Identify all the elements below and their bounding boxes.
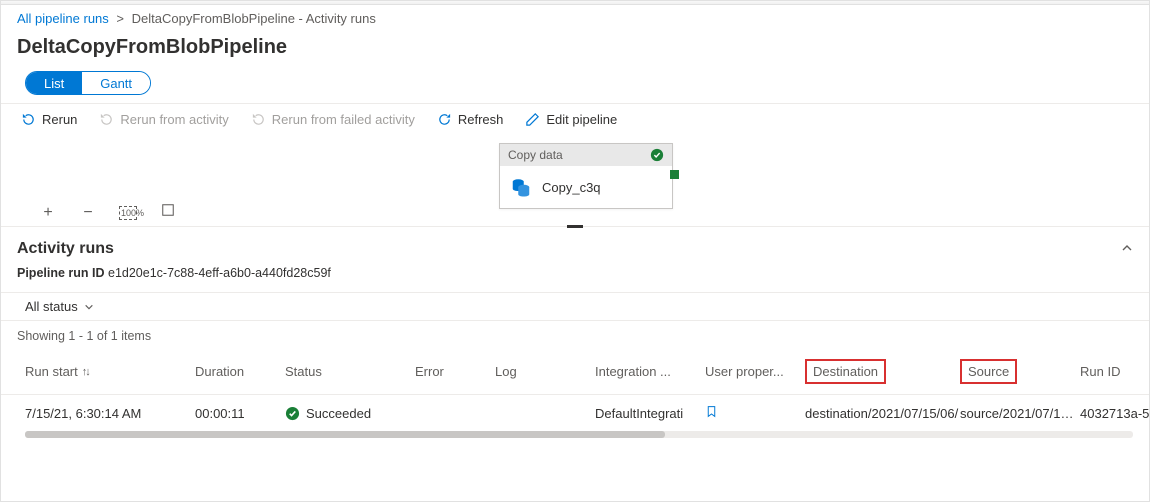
result-count: Showing 1 - 1 of 1 items <box>1 321 1149 349</box>
horizontal-scrollbar[interactable] <box>25 431 1133 438</box>
pipeline-run-id-row: Pipeline run ID e1d20e1c-7c88-4eff-a6b0-… <box>1 262 1149 292</box>
col-user-props[interactable]: User proper... <box>705 364 805 379</box>
cell-user-props[interactable] <box>705 405 805 421</box>
scrollbar-thumb[interactable] <box>25 431 665 438</box>
view-toggle: List Gantt <box>25 71 151 95</box>
col-duration[interactable]: Duration <box>195 364 285 379</box>
sort-icon: ↑↓ <box>82 366 89 378</box>
col-integration[interactable]: Integration ... <box>595 364 705 379</box>
col-error[interactable]: Error <box>415 364 495 379</box>
breadcrumb-root-link[interactable]: All pipeline runs <box>17 11 109 26</box>
rerun-from-activity-button: Rerun from activity <box>99 112 228 127</box>
edit-label: Edit pipeline <box>546 112 617 127</box>
table-header: Run start ↑↓ Duration Status Error Log I… <box>1 349 1149 395</box>
check-circle-icon <box>285 406 300 421</box>
activity-name: Copy_c3q <box>542 180 601 195</box>
chevron-down-icon <box>84 302 94 312</box>
refresh-label: Refresh <box>458 112 504 127</box>
activity-node-body: Copy_c3q <box>500 166 672 208</box>
pipeline-run-id-value: e1d20e1c-7c88-4eff-a6b0-a440fd28c59f <box>108 266 331 280</box>
status-filter[interactable]: All status <box>1 292 1149 321</box>
cell-run-id: 4032713a-59e0-41 <box>1080 406 1149 421</box>
breadcrumb: All pipeline runs > DeltaCopyFromBlobPip… <box>1 5 1149 30</box>
cell-source: source/2021/07/15/06/ <box>960 406 1080 421</box>
rerun-activity-icon <box>99 112 114 127</box>
node-output-port[interactable] <box>670 170 679 179</box>
cell-duration: 00:00:11 <box>195 406 285 421</box>
zoom-out-button[interactable]: − <box>79 204 97 222</box>
col-source[interactable]: Source <box>960 359 1080 384</box>
pipeline-run-id-label: Pipeline run ID <box>17 266 105 280</box>
view-list-tab[interactable]: List <box>26 72 82 94</box>
cell-integration: DefaultIntegrati <box>595 406 705 421</box>
database-copy-icon <box>510 176 532 198</box>
view-gantt-tab[interactable]: Gantt <box>82 72 150 94</box>
activity-type-label: Copy data <box>508 148 563 162</box>
toolbar: Rerun Rerun from activity Rerun from fai… <box>1 103 1149 135</box>
rerun-button[interactable]: Rerun <box>21 112 77 127</box>
col-run-start-label: Run start <box>25 364 78 379</box>
pipeline-canvas[interactable]: Copy data Copy_c3q + − 100% <box>1 135 1149 227</box>
refresh-button[interactable]: Refresh <box>437 112 504 127</box>
collapse-section-button[interactable] <box>1121 242 1133 257</box>
rerun-failed-icon <box>251 112 266 127</box>
col-destination[interactable]: Destination <box>805 359 960 384</box>
rerun-label: Rerun <box>42 112 77 127</box>
edit-pipeline-button[interactable]: Edit pipeline <box>525 112 617 127</box>
rerun-from-failed-button: Rerun from failed activity <box>251 112 415 127</box>
breadcrumb-separator: > <box>116 11 124 26</box>
cell-destination: destination/2021/07/15/06/ <box>805 406 960 421</box>
col-run-id[interactable]: Run ID <box>1080 364 1149 379</box>
col-source-label: Source <box>960 359 1017 384</box>
rerun-failed-label: Rerun from failed activity <box>272 112 415 127</box>
chevron-up-icon <box>1121 242 1133 254</box>
cell-integration-text: DefaultIntegrati <box>595 406 683 421</box>
col-log[interactable]: Log <box>495 364 595 379</box>
check-circle-icon <box>650 148 664 162</box>
table-row[interactable]: 7/15/21, 6:30:14 AM 00:00:11 Succeeded D… <box>1 395 1149 431</box>
status-filter-label: All status <box>25 299 78 314</box>
activity-node-header: Copy data <box>500 144 672 166</box>
bookmark-icon <box>705 405 718 418</box>
refresh-icon <box>437 112 452 127</box>
page-title: DeltaCopyFromBlobPipeline <box>1 30 1149 71</box>
activity-runs-table: Run start ↑↓ Duration Status Error Log I… <box>1 349 1149 431</box>
zoom-controls: + − 100% <box>39 203 177 222</box>
col-status[interactable]: Status <box>285 364 415 379</box>
pencil-icon <box>525 112 540 127</box>
col-destination-label: Destination <box>805 359 886 384</box>
zoom-fit-button[interactable]: 100% <box>119 206 137 220</box>
rerun-icon <box>21 112 36 127</box>
cell-run-start: 7/15/21, 6:30:14 AM <box>25 406 195 421</box>
activity-node[interactable]: Copy data Copy_c3q <box>499 143 673 209</box>
pane-drag-handle[interactable] <box>567 225 583 228</box>
zoom-full-button[interactable] <box>159 203 177 222</box>
col-run-start[interactable]: Run start ↑↓ <box>25 364 195 379</box>
zoom-in-button[interactable]: + <box>39 204 57 222</box>
cell-status-text: Succeeded <box>306 406 371 421</box>
rerun-activity-label: Rerun from activity <box>120 112 228 127</box>
activity-runs-heading: Activity runs <box>17 240 114 258</box>
cell-status: Succeeded <box>285 406 415 421</box>
breadcrumb-current: DeltaCopyFromBlobPipeline - Activity run… <box>132 11 376 26</box>
